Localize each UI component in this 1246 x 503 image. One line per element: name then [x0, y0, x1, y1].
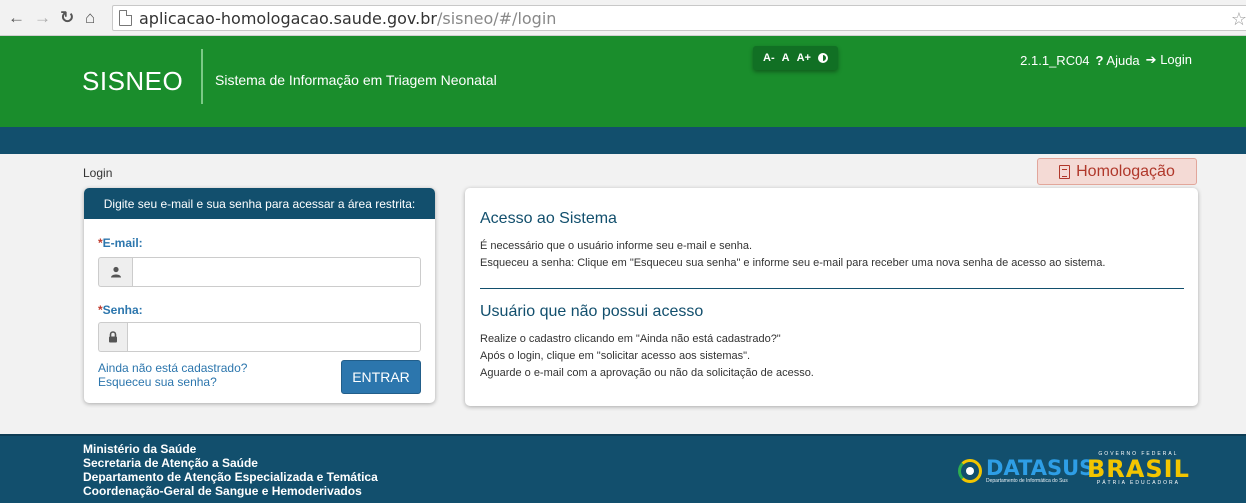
header-right: 2.1.1_RC04 ? Ajuda ➔ Login: [1020, 52, 1192, 68]
footer-institutions: Ministério da Saúde Secretaria de Atençã…: [83, 442, 378, 498]
no-access-section-title: Usuário que não possui acesso: [480, 303, 704, 320]
datasus-swirl-icon: [958, 459, 982, 483]
star-icon[interactable]: ☆: [1231, 9, 1246, 30]
access-section-line: É necessário que o usuário informe seu e…: [480, 240, 753, 252]
login-button[interactable]: ENTRAR: [341, 360, 421, 394]
help-link[interactable]: ? Ajuda: [1096, 53, 1140, 68]
brasil-bottom-text: PÁTRIA EDUCADORA: [1096, 480, 1180, 486]
font-normal-button[interactable]: A: [782, 52, 790, 64]
question-icon: ?: [1095, 52, 1104, 68]
accessibility-bar: A- A A+: [753, 46, 838, 70]
email-label: *E-mail:: [98, 236, 143, 250]
no-access-section-line: Aguarde o e-mail com a aprovação ou não …: [480, 367, 814, 379]
badge-label: Homologação: [1076, 162, 1175, 180]
email-group: [98, 257, 421, 287]
section-divider: [480, 288, 1184, 289]
nav-strip: [0, 127, 1246, 154]
footer-line: Ministério da Saúde: [83, 442, 197, 456]
version-label: 2.1.1_RC04: [1020, 52, 1090, 68]
site-footer: Ministério da Saúde Secretaria de Atençã…: [0, 434, 1246, 503]
register-link[interactable]: Ainda não está cadastrado?: [98, 361, 247, 375]
brasil-logo[interactable]: GOVERNO FEDERAL BRASIL PÁTRIA EDUCADORA: [1087, 452, 1190, 486]
footer-line: Departamento de Atenção Especializada e …: [83, 470, 378, 484]
password-group: [98, 322, 421, 352]
document-icon: [1059, 164, 1071, 179]
access-section-title: Acesso ao Sistema: [480, 210, 617, 227]
page-icon: [119, 10, 132, 26]
environment-badge: Homologação: [1037, 158, 1197, 185]
login-panel-title: Digite seu e-mail e sua senha para acess…: [84, 188, 435, 219]
forward-arrow-icon[interactable]: →: [34, 8, 51, 28]
no-access-section-line: Realize o cadastro clicando em "Ainda nã…: [480, 333, 781, 345]
info-panel: Acesso ao Sistema É necessário que o usu…: [465, 188, 1198, 406]
reload-icon[interactable]: ↻: [60, 8, 74, 28]
home-icon[interactable]: ⌂: [85, 8, 95, 28]
footer-line: Coordenação-Geral de Sangue e Hemoderiva…: [83, 484, 362, 498]
login-link[interactable]: ➔ Login: [1146, 52, 1192, 68]
contrast-icon[interactable]: [817, 53, 828, 63]
user-icon: [98, 257, 132, 287]
login-panel: Digite seu e-mail e sua senha para acess…: [84, 188, 435, 403]
password-label: *Senha:: [98, 303, 143, 317]
sisneo-logo[interactable]: SISNEO: [82, 66, 183, 97]
datasus-name: DATASUS: [986, 456, 1095, 480]
font-increase-button[interactable]: A+: [797, 52, 811, 64]
browser-toolbar: ← → ↻ ⌂ aplicacao-homologacao.saude.gov.…: [0, 0, 1246, 36]
logo-divider: [201, 49, 203, 104]
no-access-section-line: Após o login, clique em "solicitar acess…: [480, 350, 751, 362]
login-links: Ainda não está cadastrado? Esqueceu sua …: [98, 361, 247, 389]
datasus-logo[interactable]: DATASUS Departamento de Informática do S…: [958, 458, 1094, 484]
back-arrow-icon[interactable]: ←: [8, 8, 25, 28]
access-section-line: Esqueceu a senha: Clique em "Esqueceu su…: [480, 257, 1106, 269]
lock-icon: [98, 322, 127, 352]
url-text: aplicacao-homologacao.saude.gov.br/sisne…: [139, 9, 557, 28]
system-subtitle: Sistema de Informação em Triagem Neonata…: [215, 72, 497, 88]
footer-line: Secretaria de Atenção a Saúde: [83, 456, 258, 470]
address-bar[interactable]: aplicacao-homologacao.saude.gov.br/sisne…: [112, 5, 1246, 31]
brasil-name: BRASIL: [1087, 455, 1190, 483]
password-field[interactable]: [127, 322, 421, 352]
site-header: SISNEO Sistema de Informação em Triagem …: [0, 36, 1246, 127]
datasus-subtitle: Departamento de Informática do Sus: [986, 478, 1068, 484]
forgot-password-link[interactable]: Esqueceu sua senha?: [98, 375, 247, 389]
email-field[interactable]: [132, 257, 421, 287]
font-decrease-button[interactable]: A-: [763, 52, 775, 64]
breadcrumb: Login: [83, 166, 113, 180]
login-icon: ➔: [1145, 52, 1157, 67]
